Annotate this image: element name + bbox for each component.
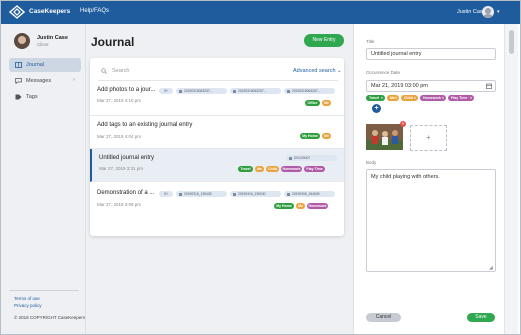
entry-title: Add tags to an existing journal entry: [97, 122, 193, 128]
resize-handle-icon[interactable]: ◢: [489, 265, 493, 271]
body-textarea[interactable]: My child playing with others.: [366, 169, 496, 272]
remove-tag-icon: ×: [394, 96, 397, 100]
date-field[interactable]: Mar 21, 2019 03:00 pm: [366, 80, 496, 92]
tag-icon: [15, 94, 22, 100]
tag-chip: Me: [296, 203, 305, 209]
attachment-chip[interactable]: 20190316_135030: [230, 191, 281, 197]
remove-tag-icon: ×: [413, 96, 416, 100]
sidebar-item-journal[interactable]: Journal: [9, 58, 81, 72]
advanced-search-toggle[interactable]: Advanced search ⌄: [293, 68, 342, 74]
sidebar-item-tags[interactable]: Tags: [9, 90, 81, 104]
tag-chip: Homework: [307, 203, 328, 209]
terms-link[interactable]: Terms of use: [14, 296, 40, 301]
sidebar-item-label: Messages: [26, 78, 52, 84]
new-entry-button[interactable]: New Entry: [304, 34, 344, 47]
sidebar-item-label: Tags: [26, 94, 38, 100]
book-icon: [15, 62, 22, 68]
brand-name[interactable]: CaseKeepers: [29, 8, 70, 15]
tag-chip: Office: [305, 100, 320, 106]
top-bar: CaseKeepers Help/FAQs Justin Case ▾: [1, 1, 520, 24]
tag-chip: Me: [255, 166, 264, 172]
attachment-chip[interactable]: 20190315063257...: [230, 88, 281, 94]
tag-chip[interactable]: Me ×: [387, 95, 399, 101]
privacy-link[interactable]: Privacy policy: [14, 303, 42, 308]
tag-chip[interactable]: Play Time ×: [448, 95, 474, 101]
profile-avatar[interactable]: [14, 33, 30, 49]
attachment-chip[interactable]: 20190306_164849: [284, 191, 335, 197]
remove-tag-icon: ×: [380, 96, 383, 100]
body-label: Body: [366, 160, 377, 165]
entry-date: Mar 27, 2019 3:09 pm: [97, 202, 142, 207]
sidebar-item-messages[interactable]: Messages ›: [9, 74, 81, 88]
attachment-chip[interactable]: DSC00007: [286, 155, 337, 161]
tag-chip: My Home: [300, 133, 320, 139]
remove-photo-button[interactable]: ×: [400, 121, 406, 127]
tag-chip: Play Time: [304, 166, 325, 172]
tag-chip: Child: [266, 166, 279, 172]
tag-chip: Me: [322, 100, 331, 106]
more-attachments-chip[interactable]: 3+: [159, 88, 173, 94]
calendar-icon[interactable]: [486, 83, 492, 89]
cancel-button[interactable]: Cancel: [366, 313, 401, 322]
journal-list: Advanced search ⌄ Add photos to a jour..…: [90, 58, 344, 236]
search-icon: [101, 68, 107, 74]
journal-main: Journal New Entry Advanced search ⌄ Add …: [86, 24, 353, 334]
page-title: Journal: [91, 35, 135, 49]
tag-chip[interactable]: Travel ×: [366, 95, 385, 101]
profile-name: Justin Case: [37, 35, 68, 41]
remove-tag-icon: ×: [441, 96, 444, 100]
add-photo-button[interactable]: +: [410, 125, 447, 151]
journal-entry[interactable]: Demonstration of a ... Mar 27, 2019 3:09…: [90, 182, 344, 216]
tag-chip[interactable]: Homework ×: [420, 95, 446, 101]
attachment-chip[interactable]: 20190315063257...: [176, 88, 227, 94]
tag-chip: Homework: [281, 166, 302, 172]
attached-photo[interactable]: [366, 124, 403, 150]
chevron-right-icon: ›: [73, 77, 75, 83]
photo-thumbnail: [366, 124, 403, 150]
title-field[interactable]: Untitled journal entry: [366, 48, 496, 60]
attachment-chip[interactable]: 20190316_135428: [176, 191, 227, 197]
app-frame: CaseKeepers Help/FAQs Justin Case ▾ Just…: [0, 0, 521, 335]
entry-date: Mar 27, 2019 3:31 pm: [99, 166, 144, 171]
user-avatar[interactable]: [482, 6, 494, 18]
journal-entry[interactable]: Add tags to an existing journal entry Ma…: [90, 116, 344, 149]
copyright-text: © 2019 COPYRIGHT CaseKeepers: [14, 315, 86, 320]
chevron-down-icon[interactable]: ▾: [497, 9, 500, 15]
sidebar: Justin Case Client Journal Messages › Ta…: [1, 24, 86, 334]
entry-editor: Title Untitled journal entry Occurrence …: [353, 24, 502, 334]
tag-chip: My Home: [274, 203, 294, 209]
search-input[interactable]: [112, 66, 252, 76]
title-label: Title: [366, 39, 375, 44]
journal-entry[interactable]: Add photos to a jour... Mar 27, 2019 4:1…: [90, 82, 344, 116]
journal-entry-selected[interactable]: Untitled journal entry Mar 27, 2019 3:31…: [90, 149, 344, 182]
entry-date: Mar 27, 2019 4:04 pm: [97, 134, 142, 139]
save-button[interactable]: Save: [467, 313, 495, 322]
scrollbar-thumb[interactable]: [509, 30, 514, 54]
sidebar-item-label: Journal: [26, 62, 45, 68]
add-tag-button[interactable]: +: [372, 104, 381, 113]
tag-chip[interactable]: Child ×: [401, 95, 418, 101]
entry-title: Add photos to a jour...: [97, 87, 156, 93]
chat-bubble-icon: [15, 78, 22, 84]
nav-help-link[interactable]: Help/FAQs: [80, 8, 109, 14]
entry-title: Untitled journal entry: [99, 155, 155, 161]
scrollbar[interactable]: [504, 24, 518, 334]
tag-chip: Me: [322, 133, 331, 139]
profile-role: Client: [37, 42, 49, 47]
entry-title: Demonstration of a ...: [97, 190, 155, 196]
more-attachments-chip[interactable]: 3+: [159, 191, 173, 197]
entry-date: Mar 27, 2019 4:10 pm: [97, 98, 142, 103]
date-label: Occurrence Date: [366, 70, 401, 75]
diamond-logo-icon[interactable]: [9, 5, 25, 19]
tag-chip: Travel: [238, 166, 253, 172]
attachment-chip[interactable]: 20190315063257...: [284, 88, 335, 94]
remove-tag-icon: ×: [469, 96, 472, 100]
divider: [9, 290, 79, 291]
divider: [98, 80, 338, 81]
